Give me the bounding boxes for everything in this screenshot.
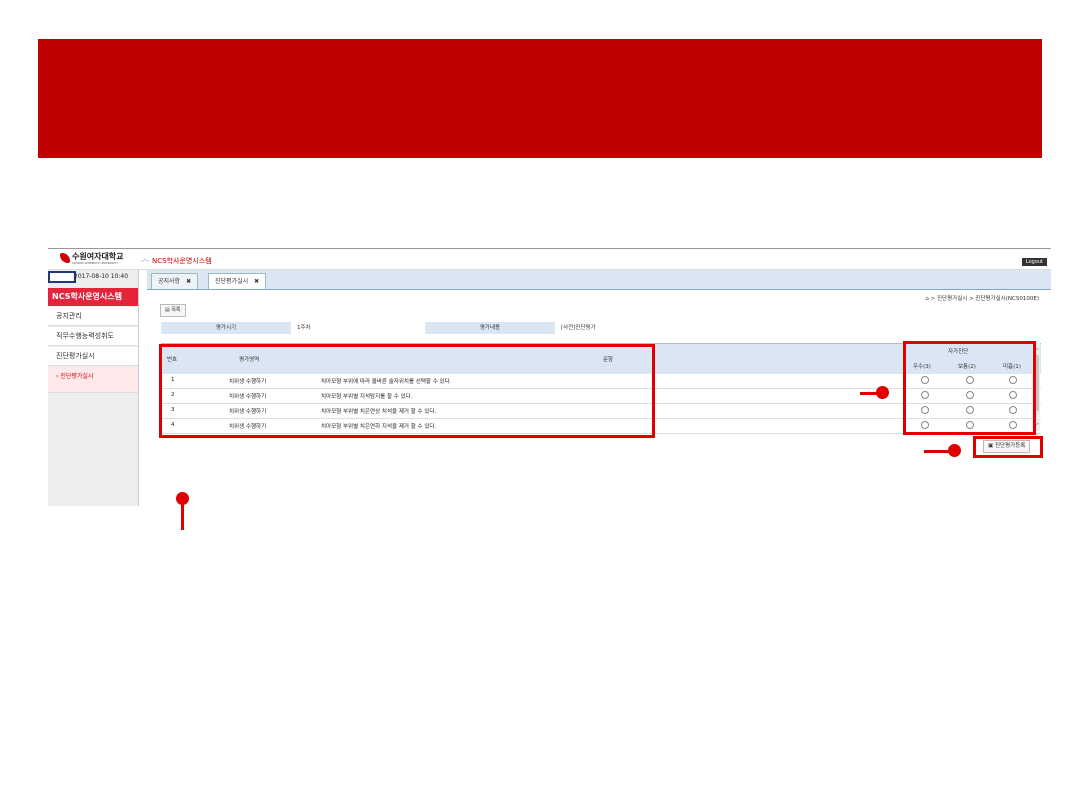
sidebar-item-notice[interactable]: 공지관리 bbox=[48, 307, 138, 326]
highlight-grid-box bbox=[159, 344, 655, 438]
content-value: [사전]진단평가 bbox=[561, 325, 596, 331]
login-datetime: 2017-08-10 10:40 bbox=[74, 273, 129, 280]
pointer-dot-self-diagnosis bbox=[876, 386, 889, 399]
logout-button[interactable]: Logout bbox=[1021, 258, 1047, 266]
logo-mark-icon bbox=[60, 253, 70, 263]
collapse-menu-icon[interactable]: ︿ bbox=[141, 253, 149, 264]
logo-subtext: SUWON WOMEN'S UNIVERSITY bbox=[72, 261, 119, 265]
sidebar-item-competency[interactable]: 직무수행능력성취도 bbox=[48, 327, 138, 346]
top-bar: 수원여자대학교 SUWON WOMEN'S UNIVERSITY ︿ NCS학사… bbox=[48, 249, 1051, 270]
period-value: 1주차 bbox=[297, 325, 311, 331]
university-logo[interactable]: 수원여자대학교 SUWON WOMEN'S UNIVERSITY bbox=[58, 251, 138, 267]
tab-notice[interactable]: 공지사항 ✖ bbox=[151, 273, 199, 289]
tab-bar: 공지사항 ✖ 진단평가실시 ✖ bbox=[147, 270, 1051, 290]
sidebar-subitem-label: 진단평가실시 bbox=[60, 373, 94, 380]
sidebar-subitem-diagnosis[interactable]: › 진단평가실시 bbox=[48, 367, 138, 393]
tab-label: 진단평가실시 bbox=[215, 278, 249, 285]
content-label: 평가내용 bbox=[425, 322, 555, 334]
tab-label: 공지사항 bbox=[158, 278, 181, 285]
close-icon[interactable]: ✖ bbox=[186, 278, 191, 285]
tab-diagnosis[interactable]: 진단평가실시 ✖ bbox=[208, 273, 267, 289]
highlight-self-diagnosis-box bbox=[903, 341, 1036, 435]
sidebar: 2017-08-10 10:40 NCS학사운영시스템 공지관리 직무수행능력성… bbox=[48, 270, 139, 506]
info-row: 평가시기 1주차 평가내용 [사전]진단평가 bbox=[161, 322, 1041, 334]
list-button[interactable]: ▤ 목록 bbox=[160, 304, 186, 317]
pointer-dot-submit bbox=[948, 444, 961, 457]
sidebar-header: NCS학사운영시스템 bbox=[48, 288, 138, 306]
sidebar-item-diagnosis[interactable]: 진단평가실시 bbox=[48, 347, 138, 366]
system-title: NCS학사운영시스템 bbox=[152, 257, 212, 265]
period-label: 평가시기 bbox=[161, 322, 291, 334]
user-name-box bbox=[48, 271, 76, 283]
title-banner bbox=[38, 39, 1042, 158]
highlight-submit-box bbox=[973, 436, 1043, 458]
pointer-dot-grid bbox=[176, 492, 189, 505]
breadcrumb: ⌂ > 진단평가실시 > 진단평가실시(NCS0100E) bbox=[925, 296, 1039, 302]
close-icon[interactable]: ✖ bbox=[254, 278, 259, 285]
list-label: 목록 bbox=[171, 307, 181, 313]
